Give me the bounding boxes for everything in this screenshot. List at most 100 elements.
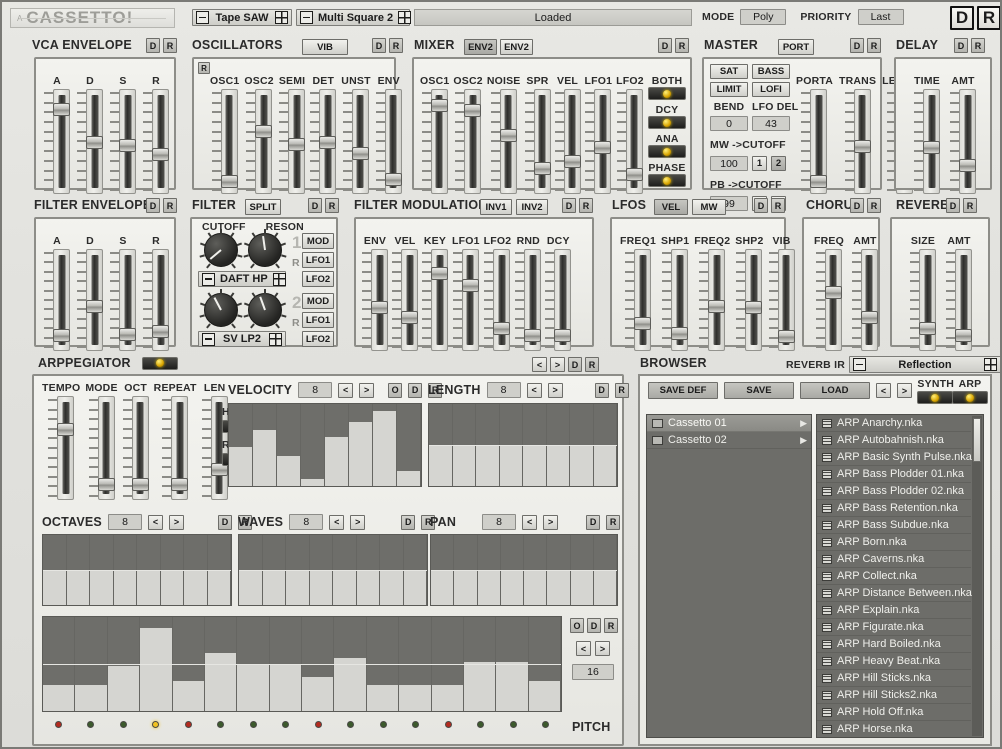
pitch-step-led-red[interactable] — [314, 720, 322, 728]
mixer-default-button[interactable]: D — [658, 38, 672, 53]
pitch-grid[interactable] — [42, 616, 562, 712]
filter-reson-knob-2[interactable] — [243, 289, 287, 329]
arp-default-button[interactable]: D — [568, 357, 582, 372]
filter-mod-inv2-button[interactable]: INV2 — [516, 199, 548, 215]
slider-knob[interactable] — [923, 141, 940, 154]
pitch-cell[interactable] — [334, 617, 367, 711]
slider-track-s[interactable] — [119, 249, 136, 351]
length-cell[interactable] — [499, 404, 523, 486]
filter-type-prev-icon[interactable] — [202, 272, 215, 286]
waves-cell[interactable] — [262, 535, 286, 605]
master-lofi-button[interactable]: LOFI — [752, 82, 790, 97]
filter-type-prev-icon[interactable] — [202, 332, 215, 346]
slider-knob[interactable] — [493, 322, 511, 335]
pitch-cell[interactable] — [237, 617, 270, 711]
slider-track-vel[interactable] — [563, 89, 581, 194]
reverb-default-button[interactable]: D — [946, 198, 960, 213]
filter-lfo1-button-1[interactable]: LFO1 — [302, 252, 334, 268]
slider-knob[interactable] — [824, 286, 842, 299]
pan-cell[interactable] — [454, 535, 478, 605]
mixer-env2a-button[interactable]: ENV2 — [464, 39, 497, 55]
slider-knob[interactable] — [401, 311, 418, 324]
browser-next-button[interactable]: > — [897, 383, 912, 398]
pitch-cell[interactable] — [496, 617, 529, 711]
pitch-default-button[interactable]: D — [587, 618, 601, 633]
octaves-prev-button[interactable]: < — [147, 514, 163, 530]
slider-track-lfo2[interactable] — [625, 89, 643, 194]
slider-track-freq1[interactable] — [634, 249, 651, 351]
waves-prev-button[interactable]: < — [329, 514, 345, 530]
octaves-steps-field[interactable]: 8 — [107, 514, 142, 530]
master-mw-value[interactable]: 100 — [710, 156, 748, 171]
pan-grid[interactable] — [430, 534, 618, 606]
octaves-cell[interactable] — [137, 535, 161, 605]
mixer-toggle-button-both[interactable] — [648, 87, 686, 100]
file-list-item[interactable]: ARP Distance Between.nka — [817, 585, 972, 602]
slider-track-amt[interactable] — [955, 249, 972, 351]
length-steps-field[interactable]: 8 — [486, 382, 521, 398]
waves-cell[interactable] — [380, 535, 404, 605]
pitch-step-led-green[interactable] — [379, 720, 387, 728]
pan-cell[interactable] — [524, 535, 548, 605]
delay-default-button[interactable]: D — [954, 38, 968, 53]
slider-track-freq[interactable] — [824, 249, 842, 351]
file-list-item[interactable]: ARP Hold Off.nka — [817, 704, 971, 721]
osc-prev-icon[interactable] — [300, 11, 313, 24]
reverb-ir-combo[interactable]: Reflection — [848, 356, 1000, 373]
save-button[interactable]: SAVE — [724, 382, 794, 399]
chorus-default-button[interactable]: D — [850, 198, 864, 213]
arp-reset-button[interactable]: R — [585, 357, 599, 372]
slider-knob[interactable] — [152, 325, 169, 338]
slider-knob[interactable] — [220, 175, 238, 188]
filter-lfo1-button-2[interactable]: LFO1 — [302, 312, 334, 328]
slider-knob[interactable] — [86, 300, 103, 313]
tape-prev-icon[interactable] — [196, 11, 209, 24]
slider-knob[interactable] — [351, 147, 369, 160]
lfos-reset-button[interactable]: R — [771, 198, 785, 213]
file-list-item[interactable]: ARP Hill Sticks2.nka — [817, 687, 971, 704]
pitch-steps-field[interactable]: 16 — [572, 664, 614, 680]
velocity-cell[interactable] — [301, 404, 325, 486]
lfos-mw-button[interactable]: MW — [692, 199, 726, 215]
waves-cell[interactable] — [333, 535, 357, 605]
slider-track-env[interactable] — [384, 89, 402, 194]
slider-track-osc1[interactable] — [220, 89, 238, 194]
mixer-env2b-button[interactable]: ENV2 — [500, 39, 533, 55]
slider-track-osc2[interactable] — [464, 89, 482, 194]
master-sat-button[interactable]: SAT — [710, 64, 748, 79]
octaves-cell[interactable] — [184, 535, 208, 605]
slider-track-key[interactable] — [431, 249, 448, 351]
slider-knob[interactable] — [955, 329, 972, 342]
length-cell[interactable] — [593, 404, 617, 486]
waves-cell[interactable] — [286, 535, 310, 605]
global-default-button[interactable]: D — [950, 6, 974, 30]
slider-track-mode[interactable] — [97, 396, 115, 500]
pan-cell[interactable] — [477, 535, 501, 605]
filter-row-reset-label-1[interactable]: R — [292, 257, 300, 269]
slider-knob[interactable] — [919, 322, 936, 335]
pan-default-button[interactable]: D — [586, 514, 601, 530]
slider-track-size[interactable] — [919, 249, 936, 351]
slider-knob[interactable] — [745, 301, 763, 314]
octaves-cell[interactable] — [160, 535, 184, 605]
slider-track-porta[interactable] — [810, 89, 828, 194]
filter-mod-reset-button[interactable]: R — [579, 198, 593, 213]
reverb-ir-prev-icon[interactable] — [852, 358, 866, 371]
slider-track-shp1[interactable] — [671, 249, 689, 351]
pitch-cell[interactable] — [399, 617, 432, 711]
octaves-cell[interactable] — [66, 535, 90, 605]
slider-knob[interactable] — [384, 173, 402, 186]
pitch-next-button[interactable]: > — [595, 641, 610, 656]
pitch-cell[interactable] — [43, 617, 76, 711]
mixer-reset-button[interactable]: R — [675, 38, 689, 53]
file-list[interactable]: ARP Anarchy.nka ARP Autobahnish.nka ARP Ba… — [816, 414, 984, 738]
pan-steps-field[interactable]: 8 — [482, 514, 517, 530]
velocity-cell[interactable] — [325, 404, 349, 486]
arp-browser-toggle[interactable] — [952, 391, 988, 404]
slider-knob[interactable] — [288, 138, 306, 151]
velocity-default-button[interactable]: D — [408, 382, 423, 398]
file-list-item[interactable]: ARP Heavy Beat.nka — [817, 653, 971, 670]
octaves-cell[interactable] — [207, 535, 231, 605]
mixer-toggle-button-phase[interactable] — [648, 174, 686, 187]
chorus-reset-button[interactable]: R — [867, 198, 881, 213]
